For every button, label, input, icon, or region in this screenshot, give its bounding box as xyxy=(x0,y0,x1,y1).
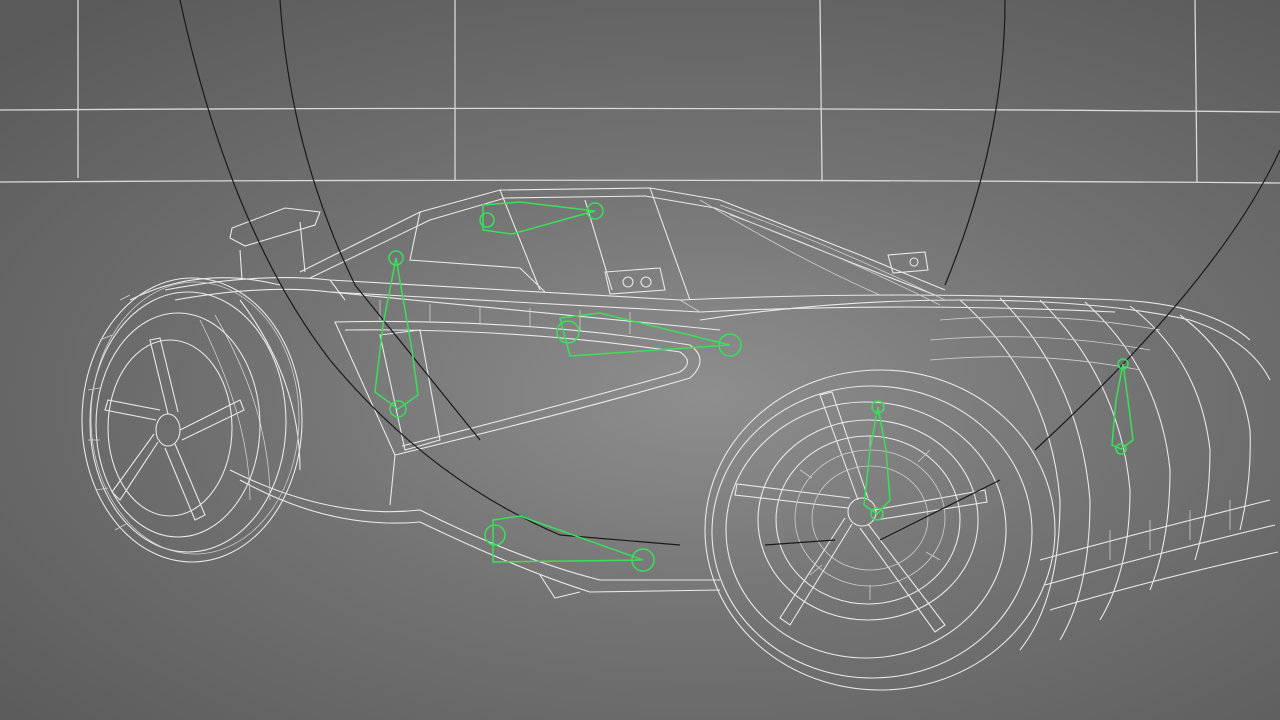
roof-slider[interactable] xyxy=(479,201,604,235)
rear-wheel[interactable] xyxy=(81,277,303,563)
wireframe-scene[interactable] xyxy=(0,0,1280,720)
background-grid xyxy=(0,0,1280,184)
front-brake-disc xyxy=(794,435,946,600)
side-window-piston[interactable] xyxy=(374,250,419,418)
front-suspension[interactable] xyxy=(863,400,891,521)
guide-curves xyxy=(179,0,1280,546)
front-fender-piston[interactable] xyxy=(1111,358,1134,455)
door-hinge-arm[interactable] xyxy=(556,312,742,357)
3d-viewport[interactable] xyxy=(0,0,1280,720)
rear-tire-tread xyxy=(87,281,300,555)
